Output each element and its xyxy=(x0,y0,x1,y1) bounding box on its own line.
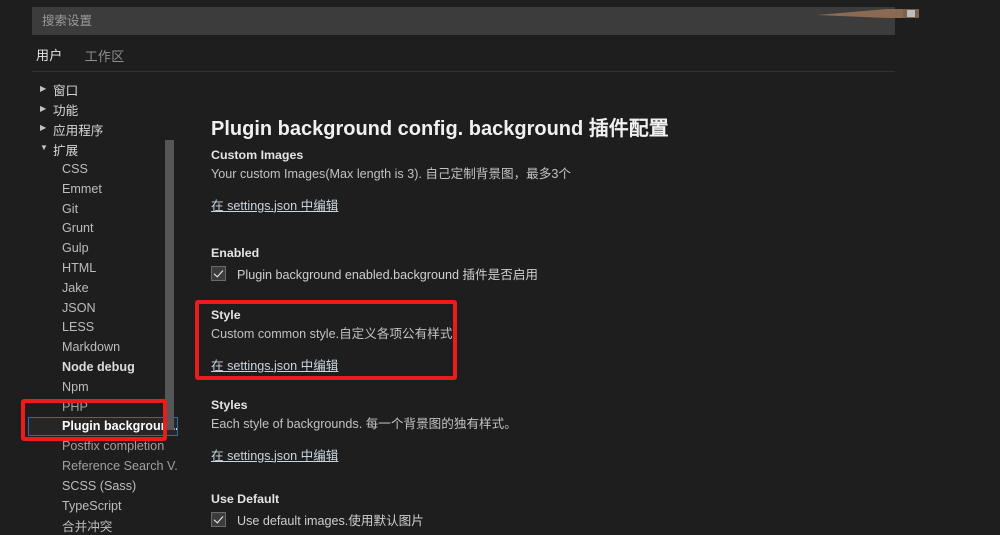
setting-use-default: Use Default Use default images.使用默认图片 xyxy=(211,492,871,529)
tree-item-label: PHP xyxy=(62,399,88,414)
sidebar-item-emmet[interactable]: Emmet xyxy=(28,179,178,199)
settings-window: 用户 工作区 ▶ 窗口 ▶ 功能 ▶ 应用程序 ▼ 扩展 CSS Emmet G… xyxy=(0,0,1000,535)
use-default-checkbox-row[interactable]: Use default images.使用默认图片 xyxy=(211,510,871,529)
tree-item-label: Postfix completion xyxy=(62,439,165,454)
enabled-checkbox-row[interactable]: Plugin background enabled.background 插件是… xyxy=(211,264,871,283)
tree-group-label: 功能 xyxy=(53,104,79,119)
tree-item-label: Node debug xyxy=(62,360,135,375)
tab-user[interactable]: 用户 xyxy=(32,45,67,72)
sidebar-item-typescript[interactable]: TypeScript xyxy=(28,496,178,516)
setting-enabled: Enabled Plugin background enabled.backgr… xyxy=(211,246,871,283)
sidebar-item-reference-search-view[interactable]: Reference Search V... xyxy=(28,456,178,476)
setting-description: Your custom Images(Max length is 3). 自己定… xyxy=(211,167,571,181)
setting-description: Each style of backgrounds. 每一个背景图的独有样式。 xyxy=(211,417,517,431)
setting-title: Enabled xyxy=(211,246,260,260)
chevron-right-icon: ▶ xyxy=(40,103,47,113)
sidebar-item-php[interactable]: PHP xyxy=(28,397,178,417)
sidebar-item-node-debug[interactable]: Node debug xyxy=(28,357,178,377)
sidebar-item-json[interactable]: JSON xyxy=(28,298,178,318)
sidebar-item-gulp[interactable]: Gulp xyxy=(28,238,178,258)
setting-title: Style xyxy=(211,308,241,322)
settings-content: Plugin background config. background 插件配… xyxy=(182,80,900,535)
tree-group-label: 窗口 xyxy=(53,84,79,99)
sidebar-item-less[interactable]: LESS xyxy=(28,318,178,338)
tree-item-label: Jake xyxy=(62,280,89,295)
tree-item-label: Gulp xyxy=(62,241,89,256)
checkbox-checked-icon[interactable] xyxy=(211,512,226,527)
tree-item-label: LESS xyxy=(62,320,95,335)
sidebar-item-jake[interactable]: Jake xyxy=(28,278,178,298)
sidebar-item-markdown[interactable]: Markdown xyxy=(28,337,178,357)
tree-item-label: HTML xyxy=(62,261,97,276)
tree-item-label: TypeScript xyxy=(62,498,122,513)
checkbox-label: Use default images.使用默认图片 xyxy=(237,514,424,528)
edit-in-settings-json-link[interactable]: 在 settings.json 中编辑 xyxy=(211,445,338,464)
sidebar-item-html[interactable]: HTML xyxy=(28,258,178,278)
sidebar-item-npm[interactable]: Npm xyxy=(28,377,178,397)
tree-item-label: 合并冲突 xyxy=(62,519,113,534)
sidebar-scrollbar[interactable] xyxy=(165,135,174,535)
sidebar-item-plugin-background[interactable]: Plugin backgroun... xyxy=(28,416,178,437)
tree-item-label: SCSS (Sass) xyxy=(62,478,137,493)
setting-title: Styles xyxy=(211,398,248,412)
chevron-right-icon: ▶ xyxy=(40,123,47,133)
setting-description: Custom common style.自定义各项公有样式. xyxy=(211,327,456,341)
tree-group-label: 应用程序 xyxy=(53,123,104,138)
sidebar-item-merge-conflict[interactable]: 合并冲突 xyxy=(28,516,178,535)
tree-item-label: Emmet xyxy=(62,181,102,196)
sidebar-item-postfix-completion[interactable]: Postfix completion xyxy=(28,436,178,456)
chevron-down-icon: ▼ xyxy=(40,143,48,153)
tree-group-extensions[interactable]: ▼ 扩展 xyxy=(28,139,178,159)
page-title: Plugin background config. background 插件配… xyxy=(211,118,669,140)
sidebar-item-css[interactable]: CSS xyxy=(28,159,178,179)
tree-item-label: CSS xyxy=(62,162,88,177)
edit-in-settings-json-link[interactable]: 在 settings.json 中编辑 xyxy=(211,195,338,214)
checkbox-checked-icon[interactable] xyxy=(211,266,226,281)
tree-item-label: Npm xyxy=(62,379,89,394)
setting-title: Use Default xyxy=(211,492,280,506)
tree-group-label: 扩展 xyxy=(53,143,79,158)
setting-custom-images: Custom Images Your custom Images(Max len… xyxy=(211,148,871,215)
tabs-divider xyxy=(32,71,895,72)
settings-tree[interactable]: ▶ 窗口 ▶ 功能 ▶ 应用程序 ▼ 扩展 CSS Emmet Git Grun… xyxy=(28,80,178,535)
tree-item-label: Reference Search V... xyxy=(62,459,178,474)
tree-group-features[interactable]: ▶ 功能 xyxy=(28,100,178,120)
tree-group-window[interactable]: ▶ 窗口 xyxy=(28,80,178,100)
search-input[interactable] xyxy=(32,7,895,35)
sidebar-item-scss-sass[interactable]: SCSS (Sass) xyxy=(28,476,178,496)
tree-item-label: JSON xyxy=(62,300,96,315)
setting-styles: Styles Each style of backgrounds. 每一个背景图… xyxy=(211,398,871,465)
chevron-right-icon: ▶ xyxy=(40,83,47,93)
sidebar-item-git[interactable]: Git xyxy=(28,199,178,219)
tree-item-label: Markdown xyxy=(62,340,121,355)
tree-group-application[interactable]: ▶ 应用程序 xyxy=(28,120,178,140)
tree-item-label: Git xyxy=(62,201,79,216)
tree-item-label: Grunt xyxy=(62,221,94,236)
tab-workspace[interactable]: 工作区 xyxy=(81,46,129,72)
search-settings-row xyxy=(32,7,895,35)
settings-scope-tabs: 用户 工作区 xyxy=(32,44,129,72)
tree-item-label: Plugin backgroun... xyxy=(62,419,178,434)
checkbox-label: Plugin background enabled.background 插件是… xyxy=(237,268,539,282)
sidebar-item-grunt[interactable]: Grunt xyxy=(28,219,178,239)
edit-in-settings-json-link[interactable]: 在 settings.json 中编辑 xyxy=(211,355,338,374)
sidebar-scrollbar-thumb[interactable] xyxy=(165,140,174,430)
setting-style: Style Custom common style.自定义各项公有样式. 在 s… xyxy=(211,308,871,375)
setting-title: Custom Images xyxy=(211,148,304,162)
